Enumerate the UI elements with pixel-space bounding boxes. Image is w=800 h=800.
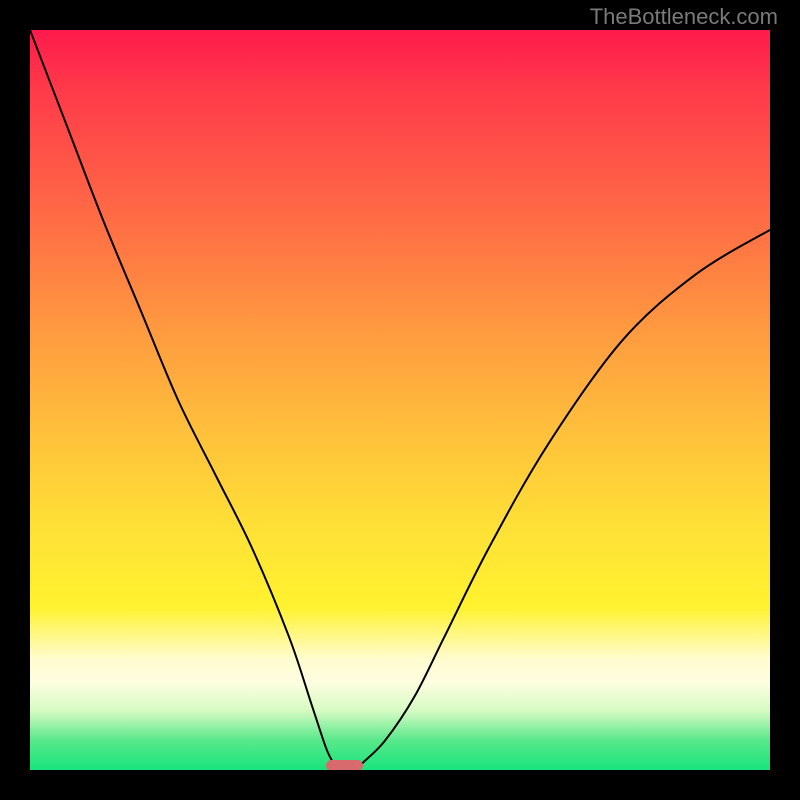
minimum-marker (326, 760, 363, 770)
chart-frame: TheBottleneck.com (0, 0, 800, 800)
watermark-text: TheBottleneck.com (590, 4, 778, 30)
curve-layer (30, 30, 770, 770)
plot-area (30, 30, 770, 770)
bottleneck-curve (30, 30, 770, 770)
